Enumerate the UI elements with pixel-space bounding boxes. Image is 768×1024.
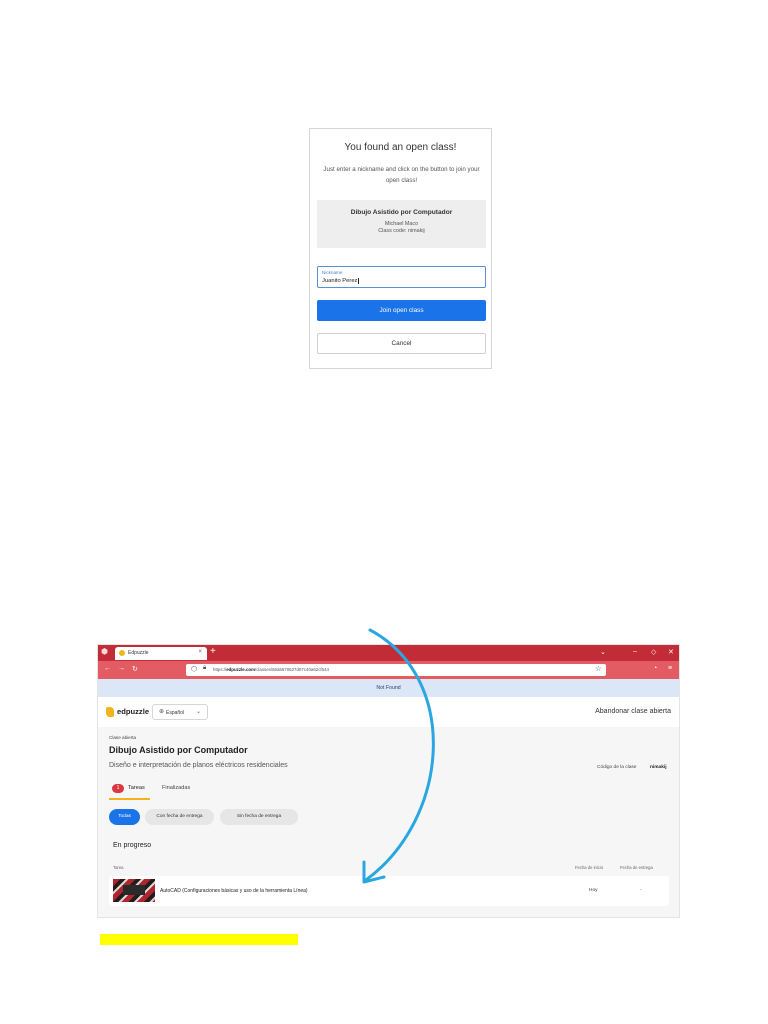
tab-edpuzzle[interactable]: Edpuzzle × — [115, 647, 207, 660]
maximize-icon[interactable]: ◇ — [651, 648, 656, 656]
filter-sin-fecha[interactable]: Sin fecha de entrega — [220, 809, 298, 825]
video-thumbnail[interactable] — [113, 879, 155, 902]
forward-icon[interactable]: → — [118, 665, 125, 672]
chevron-down-icon: ⌄ — [196, 709, 202, 715]
extensions-icon[interactable]: ◔ — [653, 665, 657, 672]
nickname-value[interactable]: Juanito Perez — [322, 278, 360, 284]
url-text[interactable]: https://edpuzzle.com/classes/65a5670627d… — [213, 667, 329, 672]
annotation-arrow — [362, 628, 435, 884]
filter-todas[interactable]: Todas — [109, 809, 140, 825]
language-label: Español — [166, 710, 185, 716]
class-description: Diseño e interpretación de planos eléctr… — [109, 762, 288, 769]
count-badge: 1 — [112, 784, 124, 793]
new-tab-icon[interactable]: + — [210, 646, 216, 657]
class-info-card: Dibujo Asistido por Computador Michael M… — [317, 200, 486, 248]
lock-icon[interactable]: 🔒︎ — [203, 665, 206, 672]
nickname-label: Nickname — [322, 270, 343, 275]
join-class-dialog: You found an open class! Just enter a ni… — [309, 128, 492, 369]
dialog-title: You found an open class! — [344, 142, 457, 153]
class-name: Dibujo Asistido por Computador — [350, 209, 453, 216]
cancel-button[interactable]: Cancel — [317, 333, 486, 354]
back-icon[interactable]: ← — [104, 665, 111, 672]
task-due-date: - — [640, 888, 642, 893]
browser-menu-icon[interactable]: ⬢ — [101, 647, 108, 656]
column-header-start: Fecha de inicio — [575, 865, 604, 870]
task-start-date: Hoy — [589, 888, 598, 893]
join-open-class-button[interactable]: Join open class — [317, 300, 486, 321]
minimize-icon[interactable]: – — [633, 648, 637, 655]
dialog-subtitle: Just enter a nickname and click on the b… — [323, 166, 480, 184]
tab-tareas[interactable]: 1 Tareas — [109, 782, 150, 800]
column-header-task: Tarea — [113, 865, 124, 870]
shield-icon[interactable]: ⬡ — [191, 665, 197, 673]
page-title: Dibujo Asistido por Computador — [109, 745, 248, 755]
tab-list-icon[interactable]: ⌄ — [600, 648, 606, 656]
class-code-value: nimakij — [650, 765, 667, 770]
task-title[interactable]: AutoCAD (Configuraciones básicas y uso d… — [160, 888, 308, 894]
close-window-icon[interactable]: ✕ — [668, 648, 674, 656]
filter-con-fecha[interactable]: Con fecha de entrega — [145, 809, 214, 825]
class-code-label: Código de la clase — [597, 765, 637, 770]
class-eyebrow: Clase abierta — [109, 735, 137, 740]
tab-title: Edpuzzle — [128, 650, 149, 656]
reload-icon[interactable]: ↻ — [132, 665, 138, 673]
tab-close-icon[interactable]: × — [198, 649, 202, 655]
browser-menu-hamburger-icon[interactable]: ≡ — [668, 665, 672, 672]
column-header-due: Fecha de entrega — [620, 865, 653, 870]
nickname-field[interactable]: Nickname Juanito Perez — [317, 266, 486, 288]
tab-tareas-label: Tareas — [128, 785, 145, 791]
yellow-highlight — [100, 934, 298, 945]
teacher-name: Michael Maco — [384, 221, 419, 227]
leave-open-class-button[interactable]: Abandonar clase abierta — [595, 708, 671, 715]
globe-icon: ⊕ — [159, 709, 165, 715]
logo-text[interactable]: edpuzzle — [117, 707, 149, 716]
tab-finalizadas[interactable]: Finalizadas — [162, 785, 190, 791]
section-title: En progreso — [113, 842, 152, 849]
class-code: Class code: nimakij — [378, 228, 425, 234]
edpuzzle-favicon-icon — [119, 650, 125, 656]
edpuzzle-logo-icon[interactable] — [106, 707, 114, 717]
language-selector[interactable]: ⊕ Español ⌄ — [152, 704, 208, 720]
bookmark-star-icon[interactable]: ☆ — [595, 664, 602, 673]
